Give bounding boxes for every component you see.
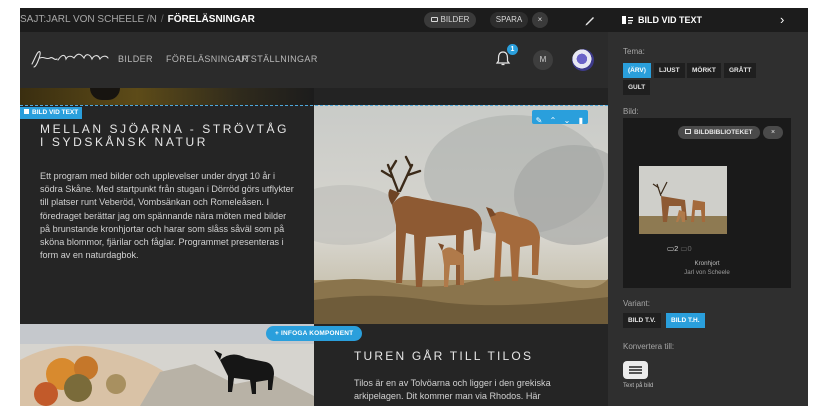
nav-item-forelasningar[interactable]: FÖRELÄSNINGAR xyxy=(166,54,248,64)
site-header: BILDER FÖRELÄSNINGAR UTSTÄLLNINGAR 1 M xyxy=(20,32,608,88)
breadcrumb-current-page: FÖRELÄSNINGAR xyxy=(167,14,255,25)
theme-inherit[interactable]: (ÄRV) xyxy=(623,63,651,78)
panel-header: BILD VID TEXT › xyxy=(608,8,808,32)
variant-image-left[interactable]: BILD T.V. xyxy=(623,313,661,328)
image-picker[interactable]: BILDBIBLIOTEKET × ▭2 ▭0 Kronhjort Jarl v… xyxy=(623,118,791,288)
chevron-right-icon[interactable]: › xyxy=(780,8,784,32)
breadcrumb-site[interactable]: SAJT:JARL VON SCHEELE /N xyxy=(20,14,157,25)
image-credit: Jarl von Scheele xyxy=(684,269,730,276)
red-deer-image[interactable] xyxy=(314,105,608,324)
convert-label: Konvertera till: xyxy=(623,342,675,351)
close-icon[interactable]: × xyxy=(532,12,548,28)
block-type-icon xyxy=(24,109,29,114)
image-text-icon xyxy=(622,16,633,24)
variant-image-right[interactable]: BILD T.H. xyxy=(666,313,705,328)
image-text-block-selected[interactable]: MELLAN SJÖARNA - STRÖVTÅG I SYDSKÅNSK NA… xyxy=(20,105,608,324)
theme-yellow[interactable]: GULT xyxy=(623,80,651,95)
animal-silhouette xyxy=(90,88,120,100)
component-settings-panel: BILD VID TEXT › Tema: (ÄRV) LJUST MÖRKT … xyxy=(608,8,808,406)
text-on-image-icon[interactable] xyxy=(623,361,648,379)
remove-image-button[interactable]: × xyxy=(763,126,783,139)
theme-label: Tema: xyxy=(623,47,645,56)
library-icon xyxy=(685,129,691,134)
block-toolbar: ✎ ⌃ ⌄ ▮ xyxy=(532,110,588,125)
site-logo[interactable] xyxy=(28,46,112,72)
tilos-title[interactable]: TUREN GÅR TILL TILOS xyxy=(354,350,584,363)
previous-block-image[interactable] xyxy=(20,88,314,105)
page-content: MELLAN SJÖARNA - STRÖVTÅG I SYDSKÅNSK NA… xyxy=(20,88,608,406)
image-count: ▭2 ▭0 xyxy=(667,244,692,253)
image-count-dim-value: 0 xyxy=(687,244,692,253)
move-down-icon[interactable]: ⌄ xyxy=(560,114,574,128)
theme-light[interactable]: LJUST xyxy=(654,63,685,78)
tilos-text-area[interactable]: TUREN GÅR TILL TILOS Tilos är en av Tolv… xyxy=(354,350,584,403)
block-text-area[interactable]: MELLAN SJÖARNA - STRÖVTÅG I SYDSKÅNSK NA… xyxy=(40,123,298,262)
theme-dark[interactable]: MÖRKT xyxy=(687,63,721,78)
image-count-value: 2 xyxy=(674,244,679,253)
nav-item-utstallningar[interactable]: UTSTÄLLNINGAR xyxy=(238,54,318,64)
save-button-label: SPARA xyxy=(495,15,523,24)
block-type-label: BILD VID TEXT xyxy=(32,109,79,116)
variant-label: Variant: xyxy=(623,299,650,308)
image-library-label: BILDBIBLIOTEKET xyxy=(694,129,753,136)
pencil-icon[interactable] xyxy=(582,12,598,28)
block-type-tag: BILD VID TEXT xyxy=(20,107,83,119)
panel-title: BILD VID TEXT xyxy=(638,15,703,25)
image-label: Bild: xyxy=(623,107,639,116)
block-title[interactable]: MELLAN SJÖARNA - STRÖVTÅG I SYDSKÅNSK NA… xyxy=(40,123,298,149)
editor-topbar: SAJT:JARL VON SCHEELE /N / FÖRELÄSNINGAR B… xyxy=(20,8,608,32)
image-caption: Kronhjort xyxy=(694,260,720,267)
images-button-label: BILDER xyxy=(440,15,470,24)
user-menu-button[interactable]: M xyxy=(533,50,553,70)
breadcrumb-separator: / xyxy=(160,14,164,25)
insert-component-button[interactable]: + INFOGA KOMPONENT xyxy=(266,326,363,341)
trash-icon[interactable]: ▮ xyxy=(574,114,588,128)
theme-gray[interactable]: GRÅTT xyxy=(724,63,757,78)
nav-item-bilder[interactable]: BILDER xyxy=(118,54,153,64)
images-icon xyxy=(430,17,438,22)
save-button[interactable]: SPARA xyxy=(490,12,528,28)
selection-outline xyxy=(20,105,608,106)
image-thumbnail[interactable] xyxy=(639,166,727,234)
page-editor: SAJT:JARL VON SCHEELE /N / FÖRELÄSNINGAR B… xyxy=(0,0,817,406)
breadcrumb: SAJT:JARL VON SCHEELE /N / FÖRELÄSNINGAR xyxy=(20,8,255,32)
move-up-icon[interactable]: ⌃ xyxy=(546,114,560,128)
convert-option-label[interactable]: Text på bild xyxy=(623,383,653,389)
avatar[interactable] xyxy=(572,49,594,71)
tilos-body[interactable]: Tilos är en av Tolvöarna och ligger i de… xyxy=(354,377,584,403)
image-library-button[interactable]: BILDBIBLIOTEKET xyxy=(678,126,760,139)
notification-badge: 1 xyxy=(507,44,518,55)
block-body[interactable]: Ett program med bilder och upplevelser u… xyxy=(40,170,298,262)
edit-pencil-icon[interactable]: ✎ xyxy=(532,114,546,128)
images-button[interactable]: BILDER xyxy=(424,12,476,28)
close-icon-glyph: × xyxy=(537,15,543,24)
